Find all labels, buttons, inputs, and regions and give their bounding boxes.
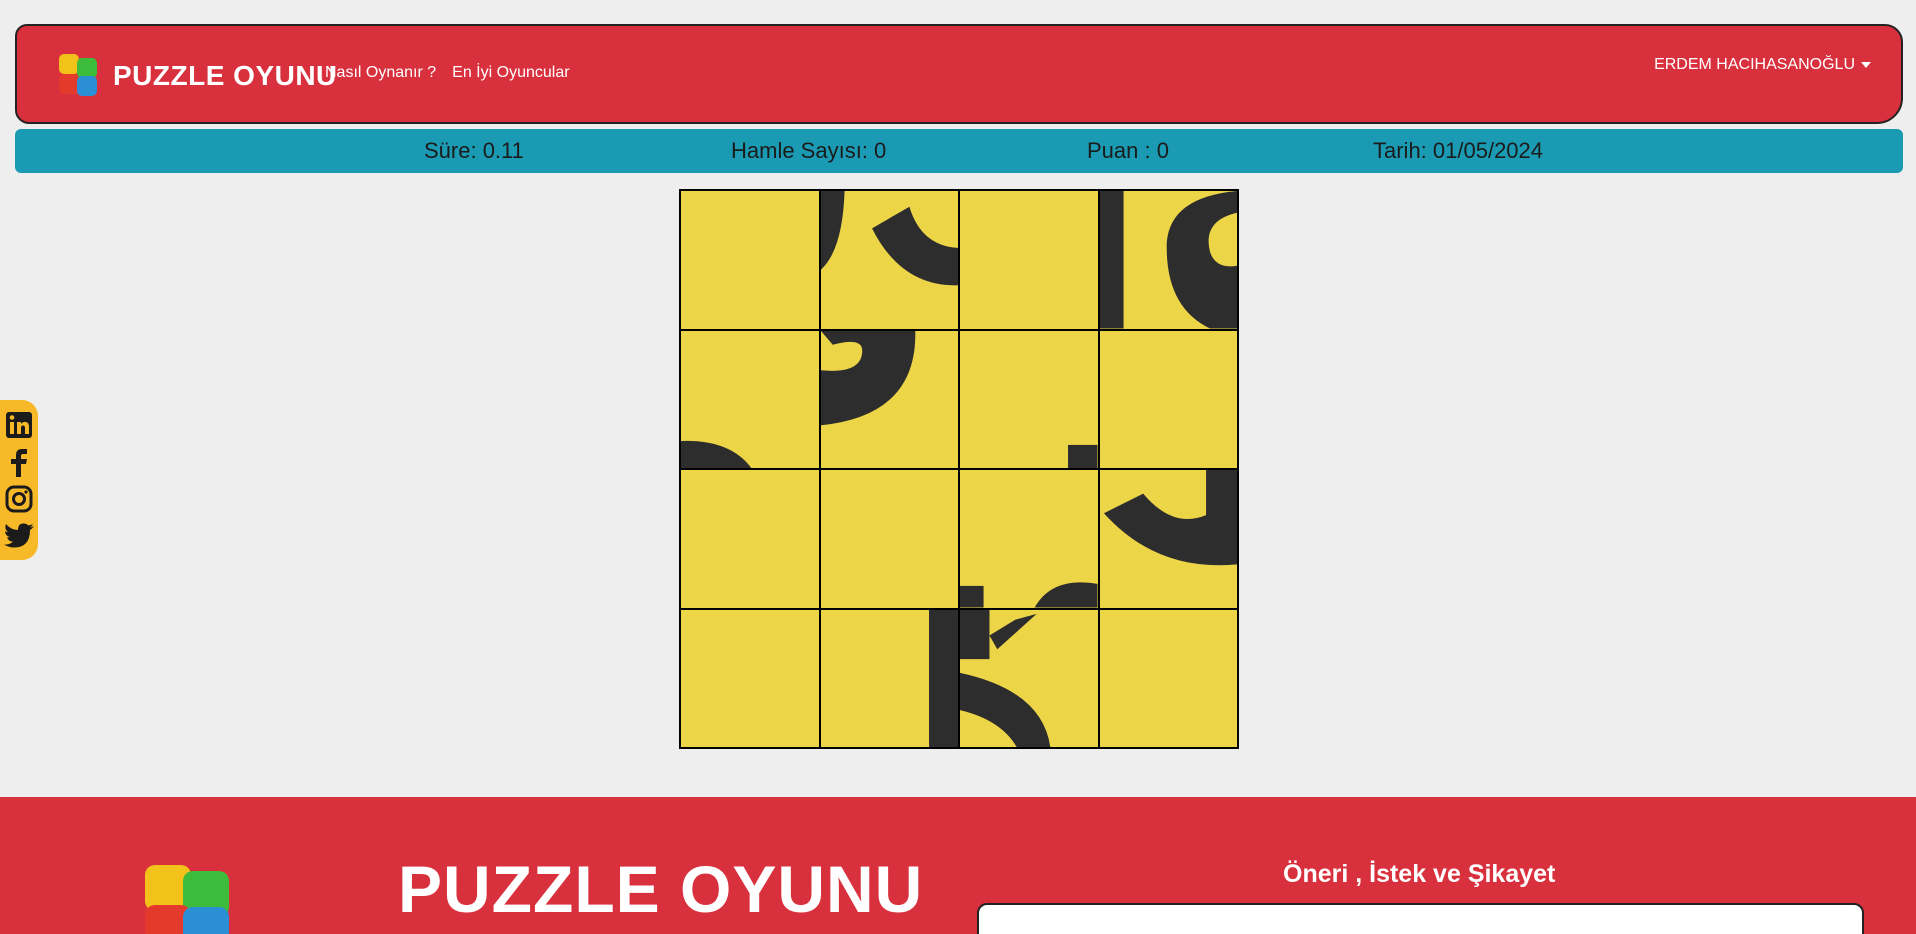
user-name: ERDEM HACIHASANOĞLU bbox=[1654, 56, 1855, 73]
footer-title: PUZZLE OYUNU bbox=[398, 852, 924, 926]
navbar: PUZZLE OYUNU Nasıl Oynanır ? En İyi Oyun… bbox=[15, 24, 1903, 124]
puzzle-tile[interactable] bbox=[1098, 190, 1238, 330]
nav-link-how-to-play[interactable]: Nasıl Oynanır ? bbox=[325, 64, 436, 82]
caret-down-icon bbox=[1861, 62, 1871, 68]
puzzle-tile[interactable] bbox=[680, 608, 820, 748]
twitter-icon[interactable] bbox=[3, 520, 35, 552]
puzzle-logo-icon bbox=[57, 52, 101, 100]
puzzle-tile[interactable] bbox=[959, 608, 1099, 748]
stat-score: Puan : 0 bbox=[1087, 138, 1169, 163]
stat-date: Tarih: 01/05/2024 bbox=[1373, 138, 1544, 163]
puzzle-logo-icon bbox=[143, 865, 243, 934]
puzzle-tile[interactable] bbox=[680, 329, 820, 469]
brand-title: PUZZLE OYUNU bbox=[113, 60, 337, 91]
puzzle-board bbox=[679, 189, 1239, 749]
puzzle-tile[interactable] bbox=[959, 329, 1099, 469]
footer: PUZZLE OYUNU Öneri , İstek ve Şikayet bbox=[0, 797, 1916, 934]
puzzle-tile[interactable] bbox=[819, 329, 959, 469]
puzzle-tile[interactable] bbox=[1098, 329, 1238, 469]
feedback-input[interactable] bbox=[977, 903, 1864, 934]
stat-time: Süre: 0.11 bbox=[424, 138, 524, 163]
instagram-icon[interactable] bbox=[3, 483, 35, 515]
puzzle-tile[interactable] bbox=[1098, 608, 1238, 748]
user-menu-dropdown[interactable]: ERDEM HACIHASANOĞLU bbox=[1654, 56, 1871, 74]
nav-links: Nasıl Oynanır ? En İyi Oyuncular bbox=[325, 64, 570, 82]
puzzle-tile[interactable] bbox=[680, 469, 820, 609]
facebook-icon[interactable] bbox=[3, 446, 35, 478]
nav-link-best-players[interactable]: En İyi Oyuncular bbox=[452, 64, 569, 82]
stat-moves: Hamle Sayısı: 0 bbox=[731, 138, 887, 163]
linkedin-icon[interactable] bbox=[3, 409, 35, 441]
puzzle-tile[interactable] bbox=[819, 469, 959, 609]
social-sidebar bbox=[0, 400, 38, 560]
feedback-title: Öneri , İstek ve Şikayet bbox=[1283, 860, 1556, 888]
puzzle-tile[interactable] bbox=[819, 608, 959, 748]
brand[interactable]: PUZZLE OYUNU bbox=[57, 52, 337, 100]
game-stats-bar: Süre: 0.11 Hamle Sayısı: 0 Puan : 0 Tari… bbox=[15, 129, 1903, 173]
puzzle-tile[interactable] bbox=[959, 469, 1099, 609]
puzzle-tile[interactable] bbox=[680, 190, 820, 330]
puzzle-tile[interactable] bbox=[1098, 469, 1238, 609]
puzzle-tile[interactable] bbox=[959, 190, 1099, 330]
puzzle-tile[interactable] bbox=[819, 190, 959, 330]
